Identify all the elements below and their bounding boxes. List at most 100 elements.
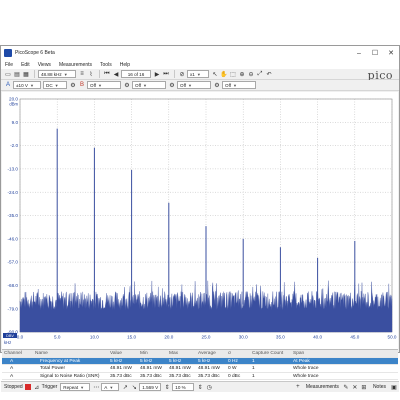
zoom-out-icon[interactable]: ⊖ [247, 70, 255, 78]
chevron-down-icon: ▼ [188, 82, 193, 88]
menu-tools[interactable]: Tools [100, 62, 112, 68]
chevron-down-icon: ▼ [143, 82, 148, 88]
hand-tool-icon[interactable]: ✋ [220, 70, 228, 78]
scope-mode-icon[interactable]: ▭ [4, 70, 12, 78]
channel-c-value: Off [135, 82, 142, 88]
undo-zoom-icon[interactable]: ↶ [265, 70, 273, 78]
trigger-mode-select[interactable]: Repeat ▼ [60, 383, 91, 391]
range-value: ±10 V [16, 82, 28, 88]
x-tick-label: 40.0 [313, 335, 322, 340]
stop-icon[interactable] [24, 384, 31, 390]
zoom-fit-icon[interactable]: ⤢ [256, 70, 264, 78]
measurements-table: Channel Name Value Min Max Average σ Cap… [2, 349, 398, 380]
trigger-source-select[interactable]: A ▼ [101, 383, 120, 391]
chevron-down-icon: ▼ [233, 82, 238, 88]
channel-d-select[interactable]: Off ▼ [177, 81, 211, 89]
table-row[interactable]: A Signal to Noise Ratio (SNR) 35.73 dBc … [2, 373, 398, 380]
channel-b-select[interactable]: Off ▼ [87, 81, 121, 89]
pretrigger-input[interactable]: 10 % [172, 383, 195, 391]
rising-edge-icon[interactable]: ↗ [121, 383, 129, 391]
edit-measurement-icon[interactable]: ✎ [342, 383, 350, 391]
add-measurement-icon[interactable]: + [294, 383, 302, 391]
header-sigma: σ [228, 351, 231, 356]
measurements-button[interactable]: Measurements [306, 384, 339, 390]
trigger-level-input[interactable]: 1.569 V [139, 383, 162, 391]
toolbar-divider [99, 70, 100, 78]
trigger-level-value: 1.569 V [142, 384, 159, 390]
next-capture-icon[interactable]: ▶ [153, 70, 161, 78]
chevron-down-icon: ▼ [109, 384, 114, 390]
y-tick-label: 9.0 [12, 120, 19, 125]
trigger-advanced-icon[interactable]: ⋯ [92, 383, 100, 391]
run-state: Stopped [4, 384, 23, 390]
minimize-icon[interactable]: – [351, 46, 367, 60]
first-capture-icon[interactable]: ⏮ [103, 70, 111, 78]
capture-counter[interactable]: 16 of 16 [121, 70, 151, 78]
falling-edge-icon[interactable]: ↘ [130, 383, 138, 391]
menu-measurements[interactable]: Measurements [59, 62, 92, 68]
x-tick-label: 30.0 [239, 335, 248, 340]
persistence-mode-icon[interactable]: ▦ [22, 70, 30, 78]
capture-counter-value: 16 of 16 [127, 71, 145, 77]
window-title: PicoScope 6 Beta [15, 50, 55, 56]
app-icon [4, 49, 12, 57]
y-unit-label: dBm [9, 102, 18, 107]
sample-settings-icon[interactable]: ≡ [78, 70, 86, 78]
close-icon[interactable]: ✕ [383, 46, 399, 60]
spectrum-view[interactable]: 20.0 9.0 -2.0 -13.0 -24.0 -35.0 -46.0 -57.0 -68.… [2, 92, 398, 349]
trigger-icon[interactable]: ⊿ [33, 383, 41, 391]
notes-toggle-icon[interactable]: ▣ [390, 383, 398, 391]
chevron-down-icon: ▼ [63, 71, 68, 77]
y-tick-label: -57.0 [8, 260, 19, 265]
delete-measurement-icon[interactable]: ✕ [351, 383, 359, 391]
x-tick-label: 10.0 [90, 335, 99, 340]
channel-e-select[interactable]: Off ▼ [222, 81, 256, 89]
menu-help[interactable]: Help [120, 62, 130, 68]
y-tick-label: -35.0 [8, 213, 19, 218]
y-tick-label: -79.0 [8, 306, 19, 311]
channel-options-icon[interactable]: ⚙ [213, 81, 221, 89]
chevron-down-icon: ▼ [29, 82, 34, 88]
table-row[interactable]: A Frequency at Peak 5 kHz 5 kHz 5 kHz 5 … [2, 357, 398, 365]
x-tick-label: 45.0 [350, 335, 359, 340]
zoom-select[interactable]: x1 ▼ [187, 70, 209, 78]
y-tick-label: -13.0 [8, 167, 19, 172]
ruler-icon[interactable]: ⊞ [360, 383, 368, 391]
spectrum-chart[interactable]: 20.0 9.0 -2.0 -13.0 -24.0 -35.0 -46.0 -57.0 -68.… [2, 92, 398, 349]
channel-options-icon[interactable]: ⚙ [69, 81, 77, 89]
timebase-select[interactable]: 48.88 kHz ▼ [38, 70, 76, 78]
notes-button[interactable]: Notes [373, 384, 386, 390]
coupling-select[interactable]: DC ▼ [43, 81, 67, 89]
previous-capture-icon[interactable]: ◀ [112, 70, 120, 78]
menu-edit[interactable]: Edit [21, 62, 30, 68]
channel-c-select[interactable]: Off ▼ [132, 81, 166, 89]
channel-b-label[interactable]: B [78, 81, 86, 89]
table-row[interactable]: A Total Power 48.91 mW 48.91 mW 48.91 mW… [2, 365, 398, 373]
x-tick-label: 20.0 [164, 335, 173, 340]
menu-file[interactable]: File [5, 62, 13, 68]
menu-views[interactable]: Views [38, 62, 51, 68]
status-bar: Stopped ⊿ Trigger Repeat ▼ ⋯ A ▼ ↗ ↘ 1.569… [1, 381, 399, 392]
channel-e-value: Off [225, 82, 232, 88]
maximize-icon[interactable]: ☐ [367, 46, 383, 60]
zoom-settings-icon[interactable]: ⊘ [178, 70, 186, 78]
channel-options-icon[interactable]: ⚙ [123, 81, 131, 89]
header-max: Max [169, 351, 179, 356]
pretrigger-value: 10 % [175, 384, 186, 390]
range-select[interactable]: ±10 V ▼ [13, 81, 41, 89]
zoom-in-icon[interactable]: ⊕ [238, 70, 246, 78]
resolution-icon[interactable]: ⌇ [87, 70, 95, 78]
channel-a-icon[interactable]: A [4, 81, 12, 89]
channel-options-icon[interactable]: ⚙ [168, 81, 176, 89]
stepper-icon[interactable]: ⇕ [196, 383, 204, 391]
timer-icon[interactable]: ◷ [205, 383, 213, 391]
pointer-tool-icon[interactable]: ↖ [211, 70, 219, 78]
title-bar: PicoScope 6 Beta – ☐ ✕ [1, 46, 399, 60]
toolbar-divider [34, 70, 35, 78]
stepper-icon[interactable]: ⇕ [163, 383, 171, 391]
spectrum-mode-icon[interactable]: ▤ [13, 70, 21, 78]
chevron-down-icon: ▼ [80, 384, 85, 390]
chevron-down-icon: ▼ [196, 71, 201, 77]
last-capture-icon[interactable]: ⏭ [162, 70, 170, 78]
zoom-area-icon[interactable]: ⬚ [229, 70, 237, 78]
